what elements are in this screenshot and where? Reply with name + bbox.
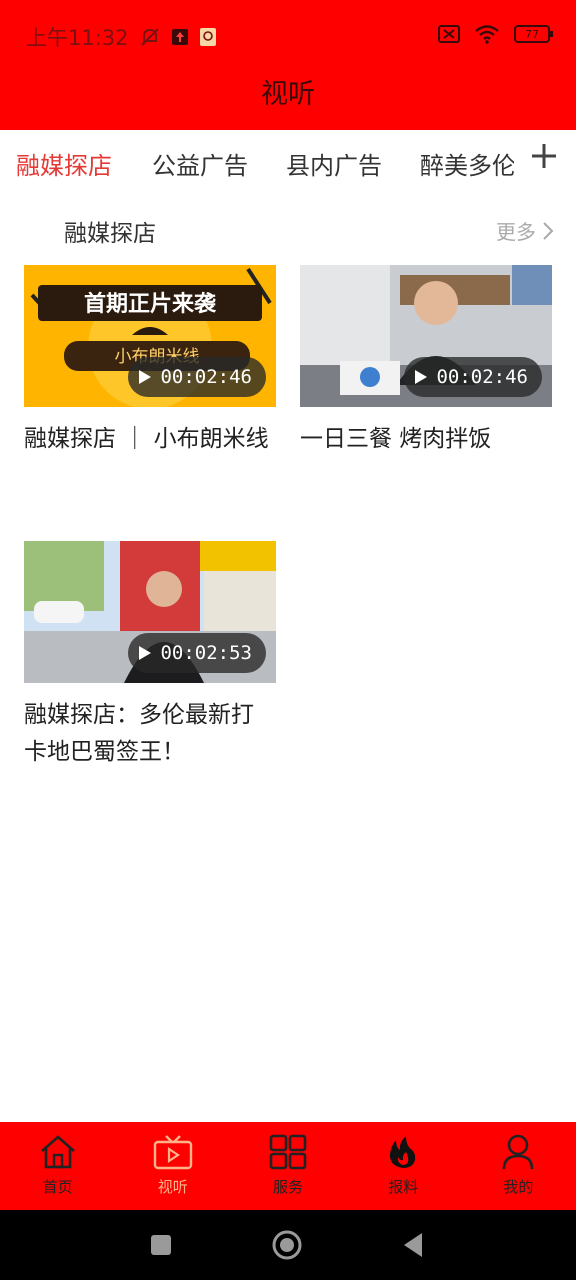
nav-label: 视听 [157,1178,188,1196]
status-left: 上午11:32 [26,22,217,52]
nav-label: 报料 [388,1178,419,1196]
nav-item-services[interactable]: 服务 [230,1122,345,1210]
video-title[interactable]: 融媒探店 ｜ 小布朗米线 [24,421,276,458]
tv-play-icon [153,1135,192,1170]
chevron-right-icon [543,221,554,240]
tab-rongmei-tandian[interactable]: 融媒探店 [16,146,112,181]
video-duration: 00:02:46 [404,357,542,397]
battery-tip [550,31,553,37]
bottom-navigation: 首页 视听 服务 报料 我的 [0,1122,576,1210]
more-label: 更多 [496,220,536,244]
video-card[interactable]: 00:02:53 融媒探店：多伦最新打卡地巴蜀签王！ [24,541,276,771]
tab-zuimei-duolun[interactable]: 醉美多伦 [420,146,514,181]
thumb-headline: 首期正片来袭 [84,291,217,317]
category-tabs: 融媒探店 公益广告 县内广告 醉美多伦 [0,130,576,194]
sim-missing-icon [438,25,460,43]
more-link[interactable]: 更多 [496,216,554,245]
video-duration: 00:02:46 [128,357,266,397]
video-title[interactable]: 一日三餐 烤肉拌饭 [300,421,552,458]
grid-icon [269,1134,307,1170]
status-right: 77 [438,24,553,44]
status-bar: 上午11:32 77 [0,0,576,70]
status-time: 上午11:32 [26,26,129,50]
video-duration: 00:02:53 [128,633,266,673]
battery-level: 77 [525,27,539,41]
nav-item-profile[interactable]: 我的 [461,1122,576,1210]
tabs-scroller[interactable]: 融媒探店 公益广告 县内广告 醉美多伦 [0,130,514,194]
system-navigation-bar [0,1210,576,1280]
add-tab-icon[interactable] [530,142,558,170]
page-title: 视听 [261,79,315,110]
video-thumbnail[interactable]: 00:02:53 [24,541,276,683]
duration-text: 00:02:46 [160,366,252,388]
home-icon [40,1135,75,1169]
video-thumbnail[interactable]: 首期正片来袭 小布朗米线 00:02:46 [24,265,276,407]
nav-label: 服务 [273,1178,304,1196]
person-icon [503,1134,534,1170]
section-title: 融媒探店 [64,221,156,247]
tab-gongyi-guanggao[interactable]: 公益广告 [152,146,248,181]
nav-label: 首页 [42,1178,73,1196]
wifi-icon [475,25,499,44]
nav-label: 我的 [503,1178,534,1196]
play-icon [139,646,152,660]
video-title[interactable]: 融媒探店：多伦最新打卡地巴蜀签王！ [24,697,276,771]
duration-text: 00:02:53 [160,642,252,664]
video-card[interactable]: 首期正片来袭 小布朗米线 00:02:46 融媒探店 ｜ 小布朗米线 [24,265,276,458]
back-button-icon[interactable] [402,1232,424,1258]
play-icon [415,370,428,384]
app-notification-icon [199,28,216,46]
fire-icon [390,1136,416,1168]
home-button-icon[interactable] [272,1230,302,1260]
recent-apps-icon[interactable] [150,1234,172,1256]
top-bar: 上午11:32 77 视听 [0,0,576,130]
nav-item-video[interactable]: 视听 [115,1122,230,1210]
mute-bell-icon [140,28,159,46]
video-thumbnail[interactable]: 00:02:46 [300,265,552,407]
nav-item-report[interactable]: 报料 [346,1122,461,1210]
battery-indicator: 77 [514,25,553,43]
tab-xiannei-guanggao[interactable]: 县内广告 [286,146,382,181]
video-card[interactable]: 00:02:46 一日三餐 烤肉拌饭 [300,265,552,458]
duration-text: 00:02:46 [436,366,528,388]
nav-item-home[interactable]: 首页 [0,1122,115,1210]
play-icon [139,370,152,384]
upload-app-icon [171,29,188,45]
